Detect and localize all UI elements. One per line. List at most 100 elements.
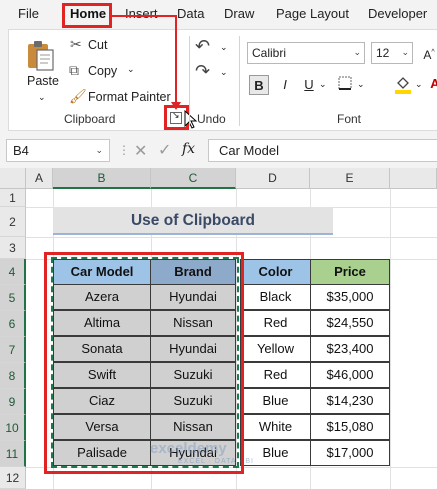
column-header-a[interactable]: A <box>26 168 53 189</box>
table-cell[interactable]: Azera <box>53 284 151 310</box>
enter-icon[interactable]: ✓ <box>158 140 171 160</box>
formula-bar: B4 ⌄ ⋮ ✕ ✓ fx Car Model <box>0 137 437 165</box>
row-header-6[interactable]: 6 <box>0 311 26 337</box>
header-car-model[interactable]: Car Model <box>53 259 151 285</box>
formula-buttons: ✕ ✓ fx <box>130 139 204 162</box>
formula-input[interactable]: Car Model <box>208 139 437 162</box>
table-cell[interactable]: Ciaz <box>53 388 151 414</box>
table-cell[interactable]: Red <box>240 310 311 336</box>
row-header-4[interactable]: 4 <box>0 259 26 285</box>
undo-icon: ↶ <box>195 36 211 56</box>
format-painter-button[interactable]: 🖌 Format Painter <box>67 88 177 108</box>
chevron-down-icon[interactable]: ⌄ <box>415 79 423 90</box>
table-cell[interactable]: $46,000 <box>310 362 390 388</box>
header-price[interactable]: Price <box>310 259 390 285</box>
table-cell[interactable]: Suzuki <box>150 362 236 388</box>
chevron-down-icon[interactable]: ⌄ <box>319 79 327 90</box>
chevron-down-icon[interactable]: ⌄ <box>357 79 365 90</box>
cut-button[interactable]: ✂ Cut <box>67 36 127 56</box>
table-cell[interactable]: $14,230 <box>310 388 390 414</box>
cancel-icon[interactable]: ✕ <box>134 141 147 161</box>
paste-button[interactable]: Paste ⌄ <box>19 36 61 106</box>
font-name-select[interactable]: Calibri ⌄ <box>247 42 365 64</box>
table-cell[interactable]: $15,080 <box>310 414 390 440</box>
menu-bar: File Home Insert Data Draw Page Layout D… <box>0 0 437 28</box>
font-group-label: Font <box>337 112 362 126</box>
table-cell[interactable]: $35,000 <box>310 284 390 310</box>
chevron-down-icon: ⌄ <box>38 92 46 102</box>
clipboard-group-label: Clipboard <box>64 112 116 126</box>
copy-button[interactable]: ⧉ Copy ⌄ <box>67 62 147 82</box>
tab-insert[interactable]: Insert <box>125 6 158 21</box>
ribbon: Paste ⌄ ✂ Cut ⧉ Copy ⌄ 🖌 Format Painter … <box>8 29 437 131</box>
undo-button[interactable]: ↶ <box>195 36 219 58</box>
table-cell[interactable]: Altima <box>53 310 151 336</box>
tab-draw[interactable]: Draw <box>224 6 254 21</box>
active-tab-indicator <box>67 25 107 28</box>
table-cell[interactable]: $17,000 <box>310 440 390 466</box>
insert-function-button[interactable]: fx <box>182 141 195 157</box>
clipboard-dialog-launcher[interactable]: ↘ <box>170 110 182 124</box>
row-header-11[interactable]: 11 <box>0 441 26 467</box>
redo-button[interactable]: ↷ <box>195 61 219 83</box>
table-cell[interactable]: Palisade <box>53 440 151 466</box>
bold-button[interactable]: B <box>249 75 269 95</box>
name-box[interactable]: B4 ⌄ <box>6 139 110 162</box>
increase-font-size-icon[interactable]: A^ <box>419 43 437 63</box>
gridline <box>26 237 437 238</box>
column-header-c[interactable]: C <box>151 168 236 189</box>
table-cell[interactable]: Yellow <box>240 336 311 362</box>
table-cell[interactable]: Black <box>240 284 311 310</box>
row-header-5[interactable]: 5 <box>0 285 26 311</box>
row-header-8[interactable]: 8 <box>0 363 26 389</box>
column-header-e[interactable]: E <box>310 168 390 189</box>
table-cell[interactable]: Hyundai <box>150 284 236 310</box>
font-color-button[interactable]: A <box>425 74 437 94</box>
tab-page-layout[interactable]: Page Layout <box>276 6 349 21</box>
sheet-title[interactable]: Use of Clipboard <box>53 207 333 235</box>
select-all-corner[interactable] <box>0 168 26 189</box>
row-header-12[interactable]: 12 <box>0 467 26 489</box>
table-cell[interactable]: White <box>240 414 311 440</box>
row-header-1[interactable]: 1 <box>0 189 26 207</box>
table-cell[interactable]: $23,400 <box>310 336 390 362</box>
row-header-3[interactable]: 3 <box>0 237 26 259</box>
tab-home[interactable]: Home <box>70 6 106 21</box>
resize-handle-icon[interactable]: ⋮ <box>118 143 130 157</box>
undo-group-label: Undo <box>197 112 226 126</box>
row-header-7[interactable]: 7 <box>0 337 26 363</box>
row-header-2[interactable]: 2 <box>0 207 26 237</box>
chevron-down-icon: ⌄ <box>127 64 135 74</box>
table-cell[interactable]: Hyundai <box>150 336 236 362</box>
table-cell[interactable]: Sonata <box>53 336 151 362</box>
italic-button[interactable]: I <box>275 75 295 95</box>
tab-file[interactable]: File <box>18 6 39 21</box>
row-header-9[interactable]: 9 <box>0 389 26 415</box>
table-cell[interactable]: Blue <box>240 388 311 414</box>
header-brand[interactable]: Brand <box>150 259 236 285</box>
row-header-10[interactable]: 10 <box>0 415 26 441</box>
table-cell[interactable]: $24,550 <box>310 310 390 336</box>
chevron-down-icon[interactable]: ⌄ <box>220 42 228 53</box>
tab-data[interactable]: Data <box>177 6 204 21</box>
underline-button[interactable]: U <box>299 75 319 95</box>
borders-icon[interactable] <box>335 75 355 95</box>
column-header-b[interactable]: B <box>53 168 151 189</box>
chevron-down-icon[interactable]: ⌄ <box>220 67 228 78</box>
font-size-select[interactable]: 12 ⌄ <box>371 42 413 64</box>
table-cell[interactable]: Nissan <box>150 414 236 440</box>
fill-color-button[interactable] <box>393 74 413 94</box>
font-color-icon: A <box>430 76 437 91</box>
gridline <box>390 189 391 489</box>
tab-developer[interactable]: Developer <box>368 6 427 21</box>
worksheet-grid[interactable]: A B C D E 1 2 3 4 5 6 7 8 9 10 11 12 Use… <box>0 168 437 489</box>
table-cell[interactable]: Suzuki <box>150 388 236 414</box>
table-cell[interactable]: Versa <box>53 414 151 440</box>
table-cell[interactable]: Nissan <box>150 310 236 336</box>
table-cell[interactable]: Red <box>240 362 311 388</box>
column-header-d[interactable]: D <box>236 168 310 189</box>
table-cell[interactable]: Swift <box>53 362 151 388</box>
column-header-f[interactable] <box>390 168 437 189</box>
header-color[interactable]: Color <box>240 259 311 285</box>
watermark-tagline: EXCEL · DATA · BI <box>178 458 254 465</box>
